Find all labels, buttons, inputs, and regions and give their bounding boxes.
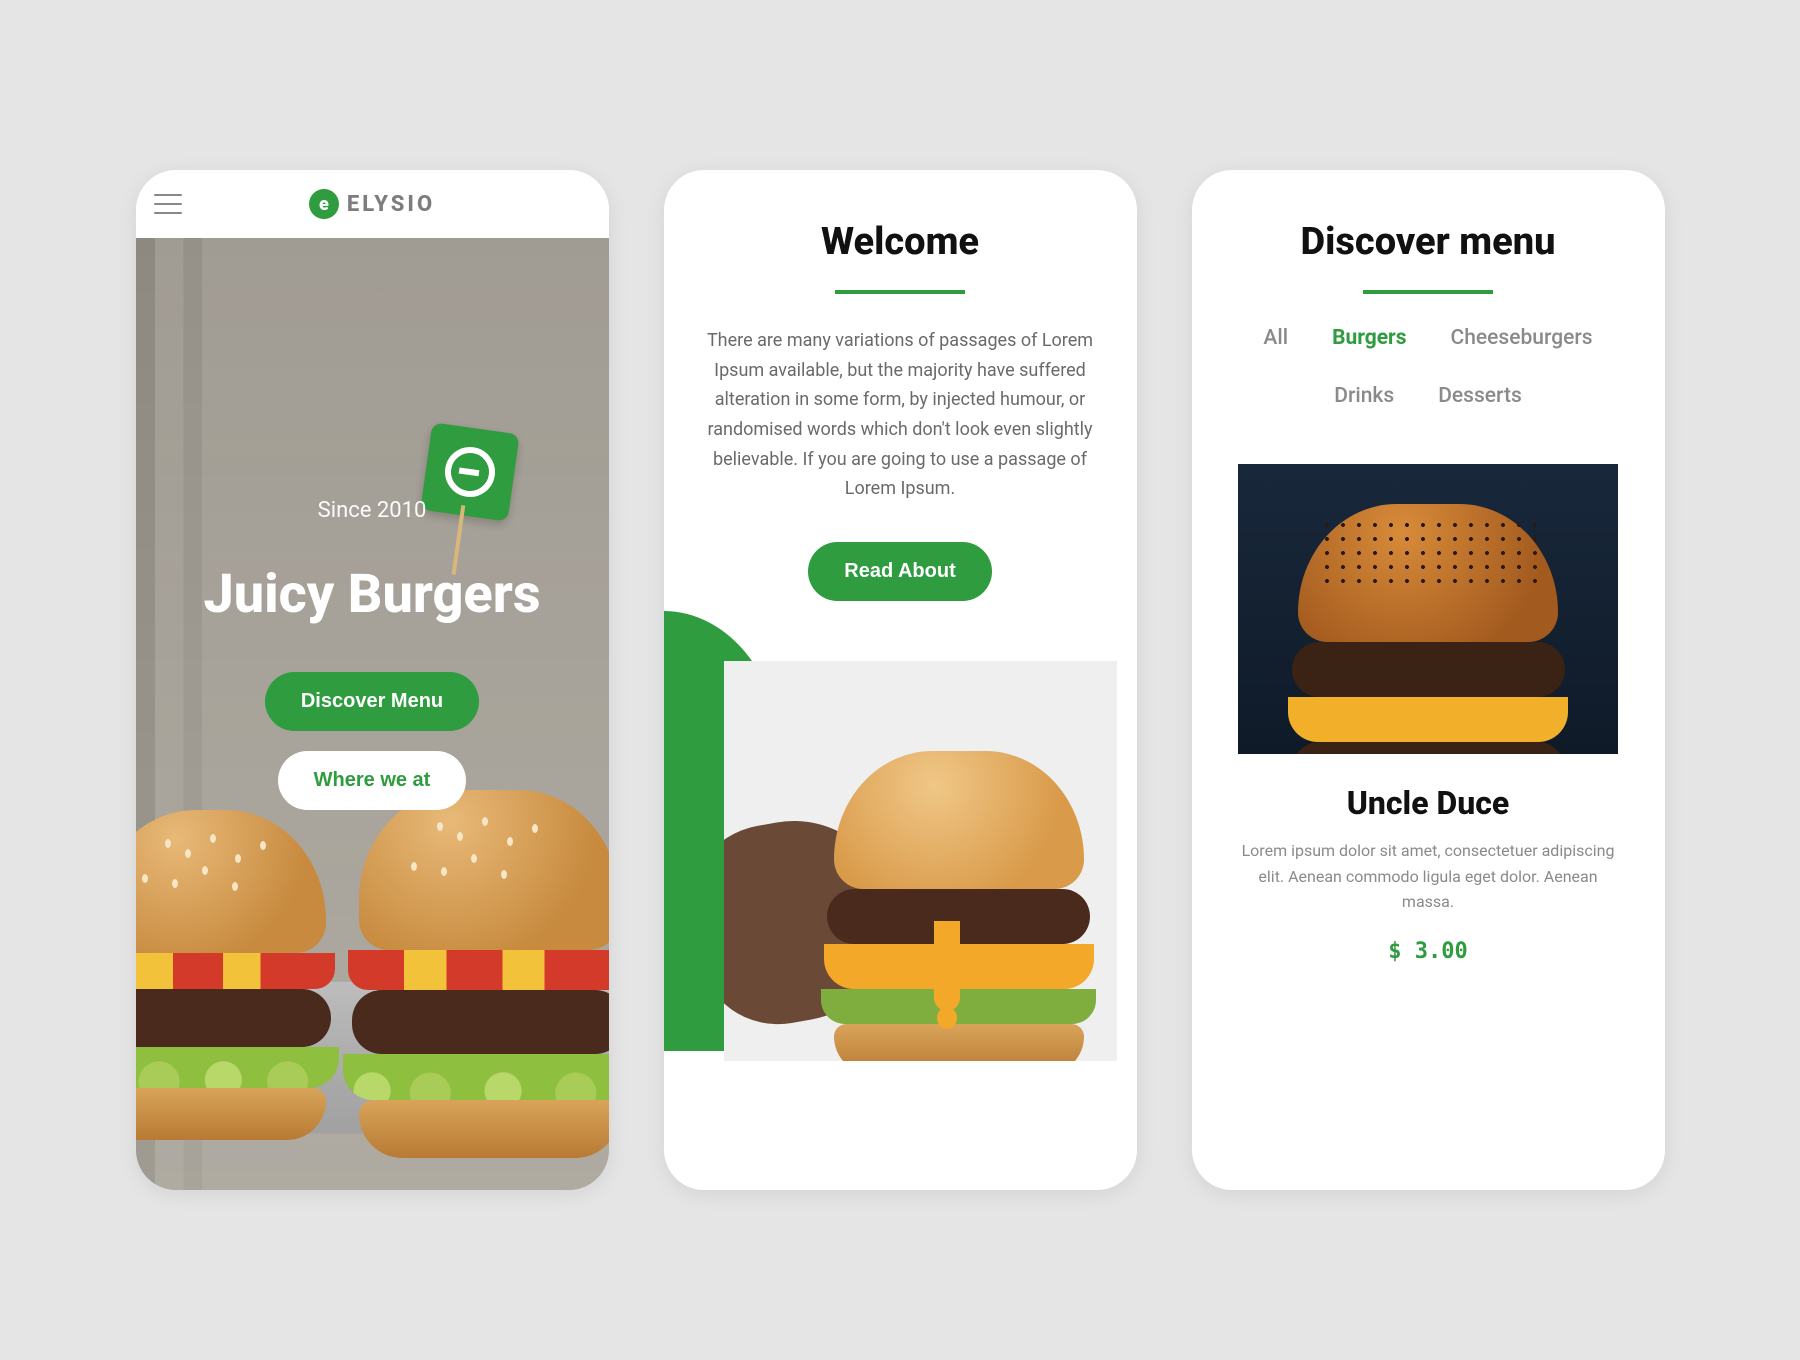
where-we-at-button[interactable]: Where we at — [278, 751, 467, 810]
burger-image — [136, 810, 326, 1070]
screen-welcome: Welcome There are many variations of pas… — [664, 170, 1137, 1190]
welcome-image — [664, 631, 1137, 1061]
top-bar: e ELYSIO — [136, 170, 609, 238]
brand-logo: e ELYSIO — [136, 189, 609, 219]
menu-icon[interactable] — [154, 194, 182, 214]
filter-drinks[interactable]: Drinks — [1334, 384, 1394, 408]
menu-title: Discover menu — [1192, 220, 1665, 264]
logo-mark-icon: e — [309, 189, 339, 219]
hero-section: Since 2010 Juicy Burgers Discover Menu W… — [136, 238, 609, 1190]
hero-subtitle: Since 2010 — [136, 498, 609, 523]
discover-menu-button[interactable]: Discover Menu — [265, 672, 479, 731]
burger-image — [359, 790, 609, 1080]
welcome-text: There are many variations of passages of… — [664, 326, 1137, 504]
product-name: Uncle Duce — [1192, 784, 1665, 822]
filter-all[interactable]: All — [1263, 326, 1288, 350]
hero-title: Juicy Burgers — [136, 563, 609, 626]
read-about-button[interactable]: Read About — [808, 542, 991, 601]
title-underline — [1363, 290, 1493, 294]
title-underline — [835, 290, 965, 294]
menu-filters: All Burgers Cheeseburgers Drinks Dessert… — [1192, 326, 1665, 408]
welcome-title: Welcome — [664, 220, 1137, 264]
screen-hero: e ELYSIO Since 2010 Juicy Burgers — [136, 170, 609, 1190]
filter-cheeseburgers[interactable]: Cheeseburgers — [1451, 326, 1593, 350]
product-description: Lorem ipsum dolor sit amet, consectetuer… — [1192, 838, 1665, 915]
logo-text: ELYSIO — [347, 192, 435, 217]
filter-desserts[interactable]: Desserts — [1438, 384, 1522, 408]
screen-menu: Discover menu All Burgers Cheeseburgers … — [1192, 170, 1665, 1190]
product-price: $ 3.00 — [1192, 939, 1665, 964]
product-image — [1238, 464, 1618, 754]
filter-burgers[interactable]: Burgers — [1332, 326, 1406, 350]
